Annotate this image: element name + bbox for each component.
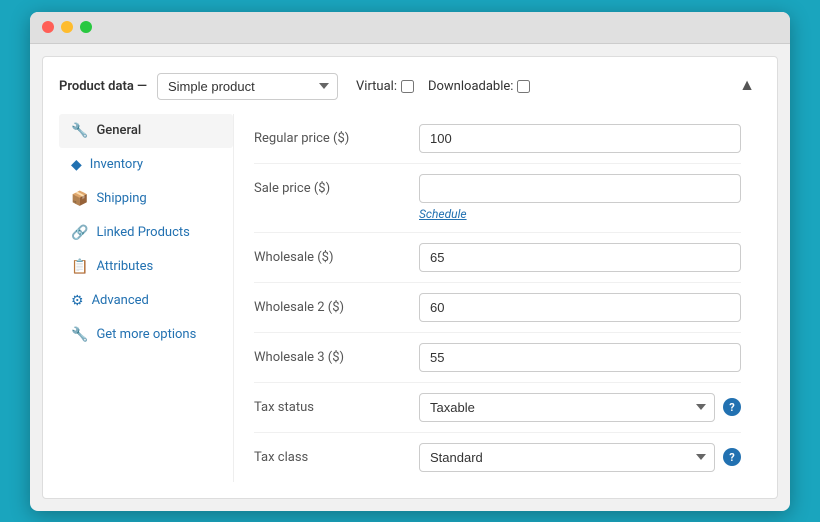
tax-status-input-wrap: Taxable Shipping only None ? [419, 393, 741, 422]
tax-status-select[interactable]: Taxable Shipping only None [419, 393, 715, 422]
regular-price-label: Regular price ($) [254, 124, 419, 146]
wholesale3-input-wrap [419, 343, 741, 372]
product-options-group: Virtual: Downloadable: [356, 79, 530, 94]
tax-class-label: Tax class [254, 443, 419, 465]
sale-price-input-wrap: Schedule [419, 174, 741, 222]
regular-price-input[interactable] [419, 124, 741, 153]
wholesale2-input-wrap [419, 293, 741, 322]
tax-class-select[interactable]: Standard Reduced rate Zero rate [419, 443, 715, 472]
product-data-header: Product data — Simple product Variable p… [59, 73, 761, 100]
close-dot[interactable] [42, 21, 54, 33]
tax-class-input-wrap: Standard Reduced rate Zero rate ? [419, 443, 741, 472]
regular-price-input-wrap [419, 124, 741, 153]
sidebar: 🔧 General ◆ Inventory 📦 Shipping 🔗 Linke… [59, 114, 234, 482]
sidebar-item-advanced[interactable]: ⚙ Advanced [59, 284, 233, 318]
wholesale-label: Wholesale ($) [254, 243, 419, 265]
maximize-dot[interactable] [80, 21, 92, 33]
wholesale-input-wrap [419, 243, 741, 272]
wholesale3-row: Wholesale 3 ($) [254, 333, 741, 383]
sidebar-item-inventory[interactable]: ◆ Inventory [59, 148, 233, 182]
sale-price-label: Sale price ($) [254, 174, 419, 196]
wholesale3-input[interactable] [419, 343, 741, 372]
tax-class-help-icon[interactable]: ? [723, 448, 741, 466]
sidebar-label-advanced: Advanced [92, 293, 149, 308]
schedule-link[interactable]: Schedule [419, 207, 467, 221]
downloadable-label[interactable]: Downloadable: [428, 79, 530, 94]
plus-icon: 🔧 [71, 327, 88, 343]
wholesale-row: Wholesale ($) [254, 233, 741, 283]
downloadable-checkbox[interactable] [517, 80, 530, 93]
sidebar-item-attributes[interactable]: 📋 Attributes [59, 250, 233, 284]
attributes-icon: 📋 [71, 259, 88, 275]
tax-status-label: Tax status [254, 393, 419, 415]
wrench-icon: 🔧 [71, 123, 88, 139]
sidebar-item-get-more-options[interactable]: 🔧 Get more options [59, 318, 233, 352]
wholesale2-label: Wholesale 2 ($) [254, 293, 419, 315]
product-type-select[interactable]: Simple product Variable product Grouped … [157, 73, 338, 100]
main-panel: 🔧 General ◆ Inventory 📦 Shipping 🔗 Linke… [59, 114, 761, 482]
tax-class-select-wrap: Standard Reduced rate Zero rate ? [419, 443, 741, 472]
sidebar-label-general: General [96, 123, 141, 138]
sidebar-label-attributes: Attributes [96, 259, 153, 274]
wholesale2-row: Wholesale 2 ($) [254, 283, 741, 333]
titlebar [30, 12, 790, 44]
inventory-icon: ◆ [71, 157, 82, 173]
sale-price-row: Sale price ($) Schedule [254, 164, 741, 233]
minimize-dot[interactable] [61, 21, 73, 33]
virtual-checkbox[interactable] [401, 80, 414, 93]
wholesale2-input[interactable] [419, 293, 741, 322]
wholesale3-label: Wholesale 3 ($) [254, 343, 419, 365]
regular-price-row: Regular price ($) [254, 114, 741, 164]
tax-status-select-wrap: Taxable Shipping only None ? [419, 393, 741, 422]
link-icon: 🔗 [71, 225, 88, 241]
tax-status-row: Tax status Taxable Shipping only None ? [254, 383, 741, 433]
sidebar-label-linked-products: Linked Products [96, 225, 189, 240]
tax-status-help-icon[interactable]: ? [723, 398, 741, 416]
sidebar-item-general[interactable]: 🔧 General [59, 114, 233, 148]
sidebar-label-get-more-options: Get more options [96, 327, 196, 342]
wholesale-input[interactable] [419, 243, 741, 272]
tax-class-row: Tax class Standard Reduced rate Zero rat… [254, 433, 741, 482]
sidebar-item-linked-products[interactable]: 🔗 Linked Products [59, 216, 233, 250]
virtual-label-text: Virtual: [356, 79, 397, 94]
fields-panel: Regular price ($) Sale price ($) Schedul… [234, 114, 761, 482]
sale-price-input[interactable] [419, 174, 741, 203]
sidebar-label-inventory: Inventory [90, 157, 143, 172]
downloadable-label-text: Downloadable: [428, 79, 513, 94]
product-window: Product data — Simple product Variable p… [30, 12, 790, 511]
shipping-icon: 📦 [71, 191, 88, 207]
sidebar-label-shipping: Shipping [96, 191, 146, 206]
virtual-label[interactable]: Virtual: [356, 79, 414, 94]
sidebar-item-shipping[interactable]: 📦 Shipping [59, 182, 233, 216]
collapse-button[interactable]: ▲ [733, 75, 761, 97]
product-data-panel: Product data — Simple product Variable p… [42, 56, 778, 499]
product-data-label: Product data — [59, 79, 147, 94]
gear-icon: ⚙ [71, 293, 84, 309]
